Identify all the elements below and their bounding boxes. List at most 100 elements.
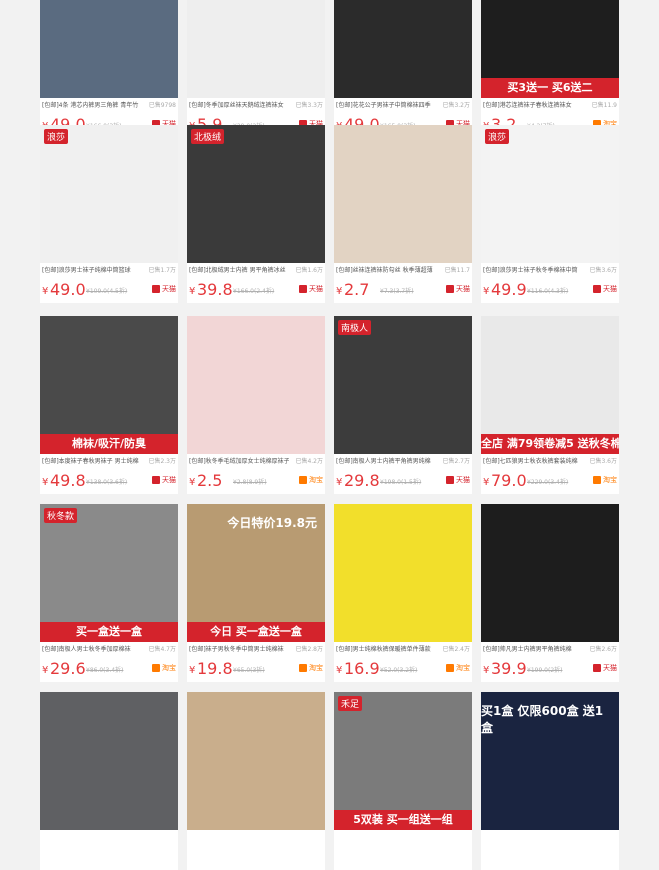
- tmall-icon: [152, 476, 160, 484]
- product-card[interactable]: 买1盒 仅限600盒 送1盒: [481, 692, 619, 870]
- platform-badge[interactable]: 天猫: [299, 284, 323, 295]
- platform-label: 淘宝: [309, 664, 323, 672]
- platform-badge[interactable]: 天猫: [152, 475, 176, 486]
- product-card[interactable]: 棉袜/吸汗/防臭 [包邮]本度袜子春秋男袜子 男士纯棉 已售2.3万 ¥49.8 ¥13…: [40, 316, 178, 494]
- product-title[interactable]: [包邮]4条 港芯内裤男三角裤 青年竹: [42, 100, 142, 112]
- product-image[interactable]: 浪莎: [40, 125, 178, 263]
- product-image[interactable]: [481, 504, 619, 642]
- product-card[interactable]: [包邮]男士纯棉秋裤保暖裤单件薄款 已售2.4万 ¥16.9 ¥52.0(3.2折) 淘…: [334, 504, 472, 682]
- product-title[interactable]: [包邮]港芯连裤袜子春秋连裤袜女: [483, 100, 583, 112]
- product-image[interactable]: 秋冬款 买一盒送一盒: [40, 504, 178, 642]
- product-title[interactable]: [包邮]浪莎男士袜子纯棉中筒篮球: [42, 265, 142, 277]
- product-title[interactable]: [包邮]七匹狼男士秋衣秋裤套装纯棉: [483, 456, 583, 468]
- currency-symbol: ¥: [42, 477, 49, 488]
- product-title[interactable]: [包邮]南极人男士秋冬季加厚棉袜: [42, 644, 142, 656]
- original-price: ¥199.0(2折): [527, 667, 563, 674]
- product-image-fill: [40, 125, 178, 263]
- product-image[interactable]: 北极绒: [187, 125, 325, 263]
- sales-count: 已售4.7万: [148, 646, 176, 653]
- promo-banner: 买3送一 买6送二: [481, 78, 619, 98]
- price-row: ¥79.0 ¥229.0(3.4折) 淘宝: [483, 471, 617, 491]
- product-image[interactable]: 浪莎: [481, 125, 619, 263]
- product-title[interactable]: [包邮]本度袜子春秋男袜子 男士纯棉: [42, 456, 142, 468]
- product-image[interactable]: [187, 692, 325, 830]
- product-image[interactable]: [40, 692, 178, 830]
- product-card[interactable]: [包邮]帅凡男士内裤男平角裤纯棉 已售2.6万 ¥39.9 ¥199.0(2折) 天猫: [481, 504, 619, 682]
- promo-tag: 北极绒: [191, 129, 225, 144]
- currency-symbol: ¥: [336, 286, 343, 297]
- price-row: ¥29.8 ¥198.0(1.5折) 天猫: [336, 471, 470, 491]
- original-price: ¥229.0(3.4折): [527, 479, 569, 486]
- product-image[interactable]: [40, 0, 178, 98]
- product-card[interactable]: 全店 满79领卷减5 送秋冬棉袜3双 [包邮]七匹狼男士秋衣秋裤套装纯棉已售3.6…: [481, 316, 619, 494]
- platform-label: 淘宝: [603, 476, 617, 484]
- product-card[interactable]: 浪莎 [包邮]浪莎男士袜子秋冬季棉袜中筒 已售3.6万 ¥49.9 ¥116.0(4.3…: [481, 125, 619, 303]
- price-row: ¥29.6 ¥86.0(3.4折) 淘宝: [42, 659, 176, 679]
- product-card[interactable]: 南极人 [包邮]南极人男士内裤平角裤男纯棉 已售2.7万 ¥29.8 ¥198.0(1.…: [334, 316, 472, 494]
- product-image[interactable]: 南极人: [334, 316, 472, 454]
- product-title[interactable]: [包邮]花花公子男袜子中筒棉袜四季: [336, 100, 436, 112]
- product-image-fill: [40, 692, 178, 830]
- product-image[interactable]: 折买3送一 买6送二: [481, 0, 619, 98]
- product-card[interactable]: 北极绒 [包邮]北极绒男士内裤 男平角裤冰丝 已售1.6万 ¥39.8 ¥166.0(2…: [187, 125, 325, 303]
- product-card[interactable]: 禾足 5双装 买一组送一组: [334, 692, 472, 870]
- product-card[interactable]: [包邮]4条 港芯内裤男三角裤 青年竹已售9798¥49.0¥166.0(3折)…: [40, 0, 178, 138]
- product-card[interactable]: 今日特价19.8元 今日 买一盒送一盒 [包邮]袜子男秋冬季中筒男士纯棉袜 已售2.8…: [187, 504, 325, 682]
- promo-tag: 禾足: [338, 696, 363, 711]
- current-price: 49.8: [50, 471, 86, 490]
- product-image[interactable]: 全店 满79领卷减5 送秋冬棉袜3双: [481, 316, 619, 454]
- platform-badge[interactable]: 淘宝: [593, 475, 617, 486]
- sales-count: 已售9798: [148, 102, 176, 109]
- product-card[interactable]: 秋冬款 买一盒送一盒 [包邮]南极人男士秋冬季加厚棉袜 已售4.7万 ¥29.6 ¥86.…: [40, 504, 178, 682]
- product-title[interactable]: [包邮]袜子男秋冬季中筒男士纯棉袜: [189, 644, 289, 656]
- product-title[interactable]: [包邮]丝袜连裤袜防勾丝 秋季薄超薄: [336, 265, 436, 277]
- product-image[interactable]: [334, 504, 472, 642]
- product-image[interactable]: 禾足 5双装 买一组送一组: [334, 692, 472, 830]
- product-title[interactable]: [包邮]冬季加厚丝袜天鹅绒连裤袜女: [189, 100, 289, 112]
- product-title[interactable]: [包邮]男士纯棉秋裤保暖裤单件薄款: [336, 644, 436, 656]
- product-image[interactable]: [187, 0, 325, 98]
- product-title[interactable]: [包邮]秋冬季毛绒加厚女士纯棉厚袜子: [189, 456, 289, 468]
- product-image[interactable]: 今日特价19.8元 今日 买一盒送一盒: [187, 504, 325, 642]
- product-image[interactable]: [334, 0, 472, 98]
- sales-count: 已售2.6万: [589, 646, 617, 653]
- product-card[interactable]: 浪莎 [包邮]浪莎男士袜子纯棉中筒篮球 已售1.7万 ¥49.0 ¥109.0(4.5折…: [40, 125, 178, 303]
- price-row: ¥16.9 ¥52.0(3.2折) 淘宝: [336, 659, 470, 679]
- platform-badge[interactable]: 天猫: [446, 475, 470, 486]
- product-title[interactable]: [包邮]帅凡男士内裤男平角裤纯棉: [483, 644, 583, 656]
- sales-count: 已售1.6万: [295, 267, 323, 274]
- original-price: ¥109.0(4.5折): [86, 288, 128, 295]
- product-card[interactable]: [包邮]丝袜连裤袜防勾丝 秋季薄超薄 已售11.7 ¥2.7 ¥7.3(3.7折) 天猫: [334, 125, 472, 303]
- platform-badge[interactable]: 天猫: [593, 284, 617, 295]
- product-card[interactable]: [包邮]秋冬季毛绒加厚女士纯棉厚袜子 已售4.2万 ¥2.5 ¥2.8(8.9折) 淘宝: [187, 316, 325, 494]
- platform-badge[interactable]: 天猫: [152, 284, 176, 295]
- currency-symbol: ¥: [483, 477, 490, 488]
- product-title[interactable]: [包邮]浪莎男士袜子秋冬季棉袜中筒: [483, 265, 583, 277]
- product-card[interactable]: [包邮]花花公子男袜子中筒棉袜四季已售3.2万¥49.0¥165.0(3折)天猫: [334, 0, 472, 138]
- product-image[interactable]: [187, 316, 325, 454]
- platform-badge[interactable]: 天猫: [446, 284, 470, 295]
- product-card[interactable]: [40, 692, 178, 870]
- product-card[interactable]: [包邮]冬季加厚丝袜天鹅绒连裤袜女已售3.3万¥5.9¥29.0(2折)天猫: [187, 0, 325, 138]
- promo-tag: 今日特价19.8元: [227, 516, 317, 530]
- product-image[interactable]: 买1盒 仅限600盒 送1盒: [481, 692, 619, 830]
- product-image[interactable]: [334, 125, 472, 263]
- platform-badge[interactable]: 天猫: [593, 663, 617, 674]
- product-title[interactable]: [包邮]北极绒男士内裤 男平角裤冰丝: [189, 265, 289, 277]
- product-title[interactable]: [包邮]南极人男士内裤平角裤男纯棉: [336, 456, 436, 468]
- tmall-icon: [446, 476, 454, 484]
- platform-badge[interactable]: 淘宝: [299, 663, 323, 674]
- platform-badge[interactable]: 淘宝: [152, 663, 176, 674]
- product-image-fill: [187, 692, 325, 830]
- current-price: 19.8: [197, 659, 233, 678]
- platform-badge[interactable]: 淘宝: [299, 475, 323, 486]
- product-card[interactable]: 折买3送一 买6送二[包邮]港芯连裤袜子春秋连裤袜女已售11.9¥3.2¥4.2…: [481, 0, 619, 138]
- sales-count: 已售2.8万: [295, 646, 323, 653]
- product-image[interactable]: 棉袜/吸汗/防臭: [40, 316, 178, 454]
- platform-badge[interactable]: 淘宝: [446, 663, 470, 674]
- sales-count: 已售3.6万: [589, 267, 617, 274]
- tmall-icon: [446, 285, 454, 293]
- platform-label: 天猫: [162, 285, 176, 293]
- price-row: ¥39.9 ¥199.0(2折) 天猫: [483, 659, 617, 679]
- product-card[interactable]: [187, 692, 325, 870]
